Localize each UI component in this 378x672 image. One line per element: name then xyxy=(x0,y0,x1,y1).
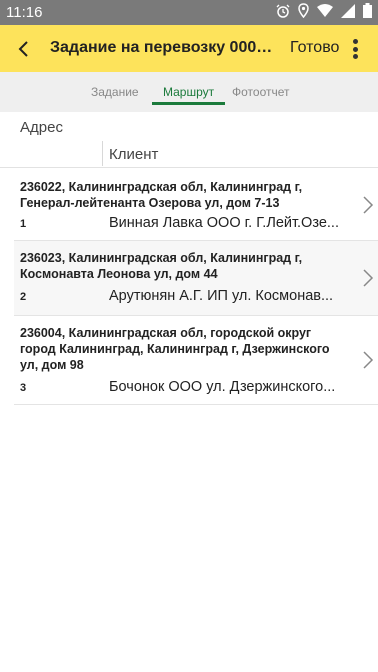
row-client: Арутюнян А.Г. ИП ул. Космонав... xyxy=(109,288,334,304)
status-bar: 11:16 xyxy=(0,0,378,25)
row-client: Винная Лавка ООО г. Г.Лейт.Озе... xyxy=(109,215,339,231)
header-divider xyxy=(0,167,378,168)
page-title: Задание на перевозку 00000... xyxy=(50,39,278,56)
done-button[interactable]: Готово xyxy=(290,39,339,57)
alarm-icon xyxy=(276,4,290,18)
chevron-right-icon xyxy=(363,351,374,369)
signal-icon xyxy=(341,3,355,18)
active-tab-indicator xyxy=(152,102,225,105)
column-header-address: Адрес xyxy=(20,119,63,136)
list-item[interactable]: 236022, Калининградская обл, Калининград… xyxy=(14,170,378,240)
row-client: Бочонок ООО ул. Дзержинского... xyxy=(109,379,336,395)
list-item[interactable]: 236004, Калининградская обл, городской о… xyxy=(14,316,378,404)
row-address: 236022, Калининградская обл, Калининград… xyxy=(20,180,303,210)
status-icons xyxy=(276,3,372,18)
more-dot-icon xyxy=(352,46,358,52)
more-dot-icon xyxy=(352,54,358,59)
chevron-right-icon xyxy=(363,269,374,287)
row-address: 236004, Калининградская обл, городской о… xyxy=(20,326,330,372)
row-divider xyxy=(14,404,378,405)
back-button[interactable] xyxy=(10,35,38,63)
back-arrow-icon xyxy=(18,41,28,57)
tab-task[interactable]: Задание xyxy=(91,85,139,99)
battery-icon xyxy=(363,3,372,18)
location-icon xyxy=(298,3,309,18)
chevron-right-icon xyxy=(363,196,374,214)
app-bar: Задание на перевозку 00000... Готово xyxy=(0,25,378,72)
column-header-client: Клиент xyxy=(109,146,159,163)
row-address: 236023, Калининградская обл, Калининград… xyxy=(20,251,303,281)
row-number: 3 xyxy=(20,382,27,394)
column-divider xyxy=(102,141,103,166)
wifi-icon xyxy=(317,4,333,17)
row-number: 1 xyxy=(20,218,27,230)
tab-route[interactable]: Маршрут xyxy=(163,85,214,99)
tab-photo-report[interactable]: Фотоотчет xyxy=(232,85,290,99)
more-options-button[interactable] xyxy=(348,37,362,61)
status-time: 11:16 xyxy=(6,4,43,21)
tab-bar: Задание Маршрут Фотоотчет xyxy=(0,72,378,112)
list-item[interactable]: 236023, Калининградская обл, Калининград… xyxy=(14,241,378,315)
row-number: 2 xyxy=(20,291,27,303)
more-dot-icon xyxy=(352,39,358,44)
